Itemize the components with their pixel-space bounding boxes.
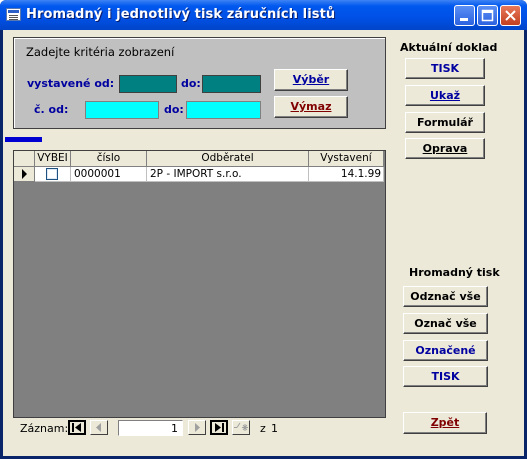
issued-from-field[interactable] xyxy=(119,75,177,93)
window-title: Hromadný i jednotlivý tisk záručních lis… xyxy=(26,7,336,22)
next-record-icon xyxy=(195,423,200,432)
maximize-button[interactable] xyxy=(477,5,498,26)
row-select-checkbox[interactable] xyxy=(46,168,58,180)
issued-to-field[interactable] xyxy=(202,75,261,93)
minimize-icon xyxy=(460,18,468,21)
edit-button[interactable]: Oprava xyxy=(405,138,485,159)
column-header-issued[interactable]: Vystavení xyxy=(309,151,384,167)
minimize-button[interactable] xyxy=(454,5,475,26)
record-selector[interactable] xyxy=(14,167,35,182)
maximize-icon xyxy=(481,9,494,22)
back-button[interactable]: Zpět xyxy=(403,412,487,434)
form-icon xyxy=(6,8,21,21)
records-table: VYBEI číslo Odběratel Vystavení 0000001 … xyxy=(13,150,386,418)
clear-button[interactable]: Výmaz xyxy=(274,96,348,118)
table-row-select-cell xyxy=(35,167,71,182)
selected-button[interactable]: Označené xyxy=(403,340,488,361)
issued-to-label: do: xyxy=(181,77,201,90)
new-record-icon xyxy=(234,422,248,431)
criteria-heading: Zadejte kritéria zobrazení xyxy=(26,45,175,59)
title-bar[interactable]: Hromadný i jednotlivý tisk záručních lis… xyxy=(0,0,527,30)
column-header-number[interactable]: číslo xyxy=(71,151,147,167)
close-icon xyxy=(505,10,516,21)
record-total: 1 xyxy=(271,422,278,435)
bulk-print-heading: Hromadný tisk xyxy=(409,266,500,279)
new-record-button[interactable] xyxy=(232,420,250,435)
number-to-field[interactable] xyxy=(186,101,261,119)
number-from-field[interactable] xyxy=(85,101,159,119)
table-row-number[interactable]: 0000001 xyxy=(71,167,147,182)
record-navigation-bar: Záznam: 1 z 1 xyxy=(14,418,386,438)
progress-indicator xyxy=(5,137,42,142)
issued-from-label: vystavené od: xyxy=(27,77,115,90)
form-button[interactable]: Formulář xyxy=(405,112,485,133)
show-button[interactable]: Ukaž xyxy=(405,85,485,106)
record-selector-header xyxy=(14,151,35,167)
select-all-button[interactable]: Označ vše xyxy=(403,313,488,334)
previous-record-icon xyxy=(96,423,101,432)
first-record-button[interactable] xyxy=(68,420,86,435)
current-doc-heading: Aktuální doklad xyxy=(400,41,498,54)
column-header-customer[interactable]: Odběratel xyxy=(147,151,309,167)
number-to-label: do: xyxy=(164,103,184,116)
print-bulk-button[interactable]: TISK xyxy=(403,366,488,387)
previous-record-button[interactable] xyxy=(90,420,108,435)
record-of-label: z xyxy=(260,422,266,435)
last-record-icon xyxy=(215,423,224,432)
record-number-field[interactable]: 1 xyxy=(118,420,183,436)
last-record-button[interactable] xyxy=(210,420,228,435)
select-button[interactable]: Výběr xyxy=(274,69,348,91)
record-label: Záznam: xyxy=(20,422,69,435)
number-from-label: č. od: xyxy=(34,103,69,116)
first-record-icon xyxy=(72,423,81,432)
table-row-issued[interactable]: 14.1.99 xyxy=(309,167,384,182)
deselect-all-button[interactable]: Odznač vše xyxy=(403,286,488,307)
next-record-button[interactable] xyxy=(188,420,206,435)
table-row-customer[interactable]: 2P - IMPORT s.r.o. xyxy=(147,167,309,182)
current-record-icon xyxy=(22,169,27,179)
print-current-button[interactable]: TISK xyxy=(405,58,485,79)
column-header-select[interactable]: VYBEI xyxy=(35,151,71,167)
close-button[interactable] xyxy=(500,5,521,26)
